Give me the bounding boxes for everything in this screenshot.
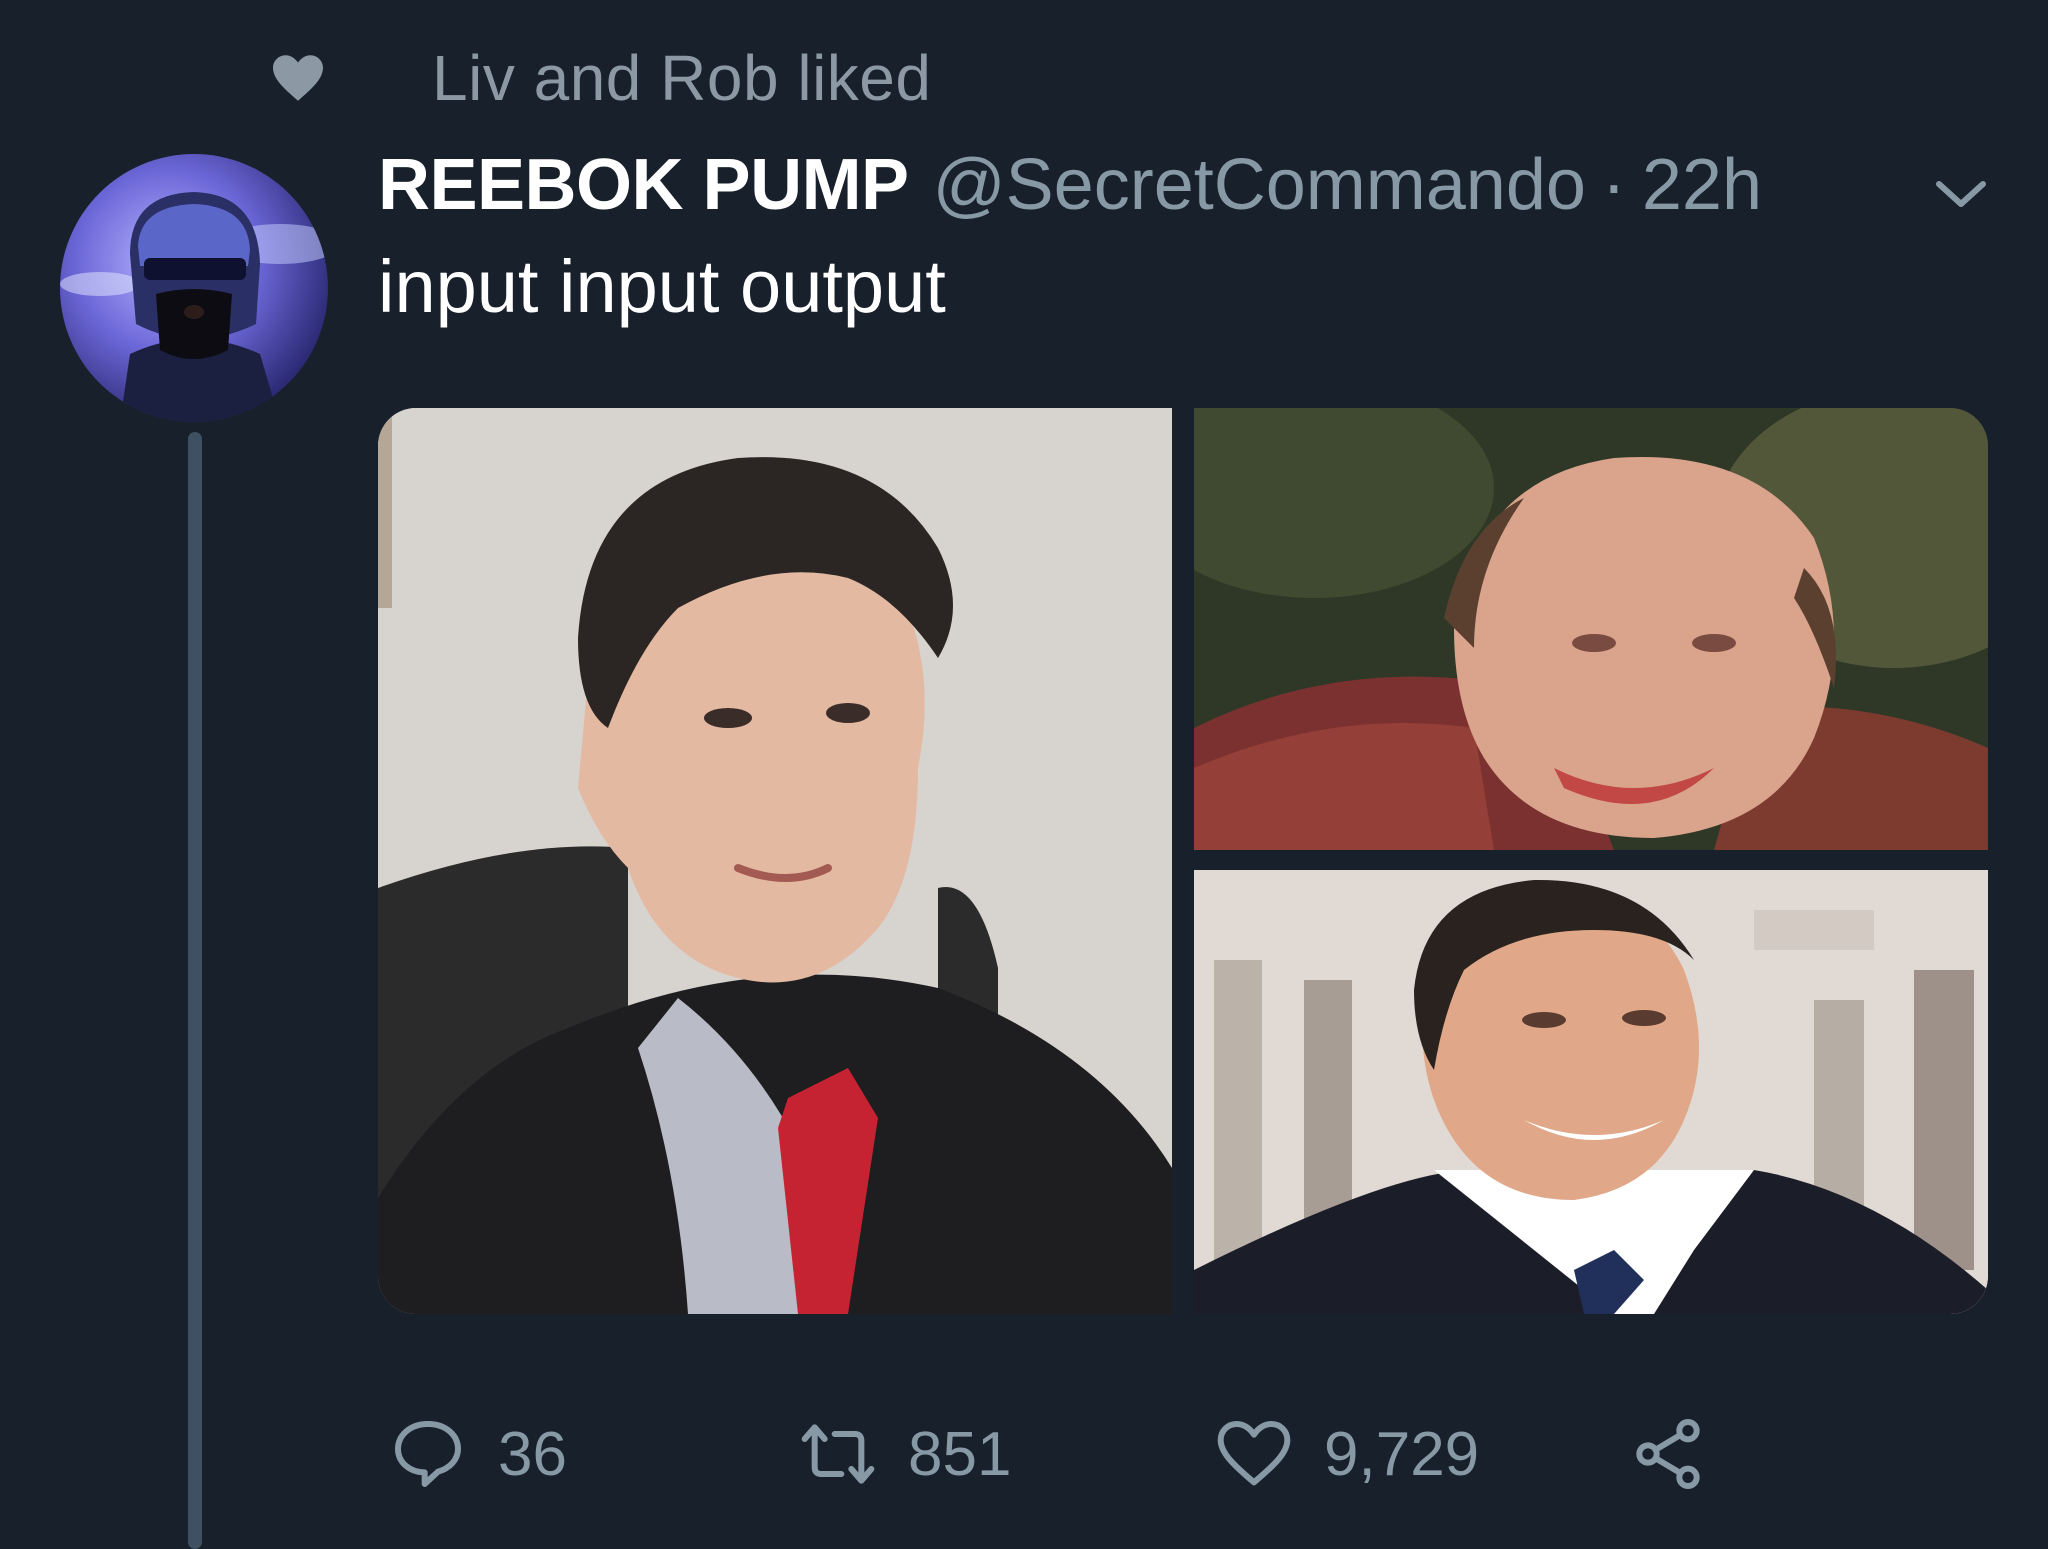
- avatar[interactable]: [60, 154, 328, 422]
- media-photo-bottom-right[interactable]: [1194, 870, 1988, 1314]
- chevron-down-icon[interactable]: [1926, 168, 1996, 220]
- thread-line: [188, 432, 202, 1549]
- reply-count: 36: [498, 1419, 567, 1489]
- reply-button[interactable]: 36: [388, 1404, 567, 1504]
- media-grid: [378, 408, 1988, 1314]
- display-name[interactable]: REEBOK PUMP: [378, 144, 909, 226]
- retweet-button[interactable]: 851: [798, 1404, 1011, 1504]
- reply-icon: [395, 1421, 461, 1487]
- tweet-header: REEBOK PUMP @SecretCommando · 22h: [378, 140, 1762, 230]
- like-heart-icon: [1217, 1421, 1291, 1486]
- retweet-count: 851: [908, 1419, 1012, 1489]
- heart-icon: [270, 50, 326, 106]
- timestamp[interactable]: 22h: [1642, 144, 1762, 226]
- social-context-text: Liv and Rob liked: [432, 42, 932, 114]
- social-context: Liv and Rob liked: [270, 38, 931, 118]
- tweet-text: input input output: [378, 245, 946, 328]
- separator: ·: [1601, 145, 1626, 225]
- share-icon: [1636, 1419, 1700, 1489]
- retweet-icon: [801, 1424, 875, 1484]
- user-handle[interactable]: @SecretCommando: [933, 144, 1586, 226]
- like-count: 9,729: [1324, 1419, 1480, 1489]
- like-button[interactable]: 9,729: [1214, 1404, 1479, 1504]
- share-button[interactable]: [1628, 1404, 1708, 1504]
- media-photo-left[interactable]: [378, 408, 1172, 1314]
- media-photo-top-right[interactable]: [1194, 408, 1988, 850]
- action-bar: 36 851 9,729: [378, 1404, 1778, 1504]
